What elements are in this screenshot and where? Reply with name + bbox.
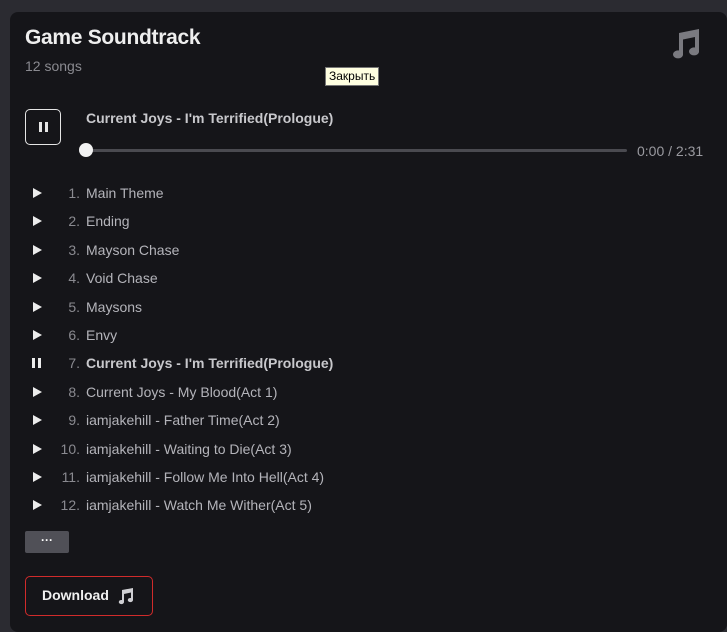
track-row[interactable]: 8. Current Joys - My Blood(Act 1) (25, 379, 705, 407)
track-number: 8. (68, 383, 80, 400)
track-number: 2. (68, 213, 80, 230)
pause-icon (39, 122, 42, 132)
track-number: 9. (68, 412, 80, 429)
play-icon[interactable] (33, 329, 42, 340)
track-title: Envy (86, 326, 118, 343)
play-icon[interactable] (33, 386, 42, 397)
track-number: 11. (61, 468, 80, 485)
track-title: iamjakehill - Father Time(Act 2) (86, 412, 280, 429)
track-title: iamjakehill - Waiting to Die(Act 3) (86, 440, 292, 457)
track-number: 5. (68, 298, 80, 315)
track-title: Current Joys - My Blood(Act 1) (86, 383, 278, 400)
track-title: Mayson Chase (86, 241, 180, 258)
track-title: Maysons (86, 298, 143, 315)
play-icon[interactable] (33, 415, 42, 426)
music-note-icon (673, 29, 700, 59)
track-number: 3. (68, 241, 80, 258)
track-title: iamjakehill - Watch Me Wither(Act 5) (86, 497, 312, 514)
play-icon[interactable] (33, 443, 42, 454)
pause-icon[interactable] (32, 358, 42, 369)
play-icon[interactable] (33, 301, 42, 312)
track-row[interactable]: 5. Maysons (25, 294, 705, 322)
play-icon[interactable] (33, 216, 42, 227)
play-icon[interactable] (33, 500, 42, 511)
track-row[interactable]: 12. iamjakehill - Watch Me Wither(Act 5) (25, 492, 705, 520)
track-title: Ending (86, 213, 130, 230)
track-number: 4. (68, 270, 80, 287)
progress-bar[interactable] (86, 149, 627, 152)
track-number: 12. (60, 497, 80, 514)
track-number: 10. (60, 440, 80, 457)
track-row[interactable]: 9. iamjakehill - Father Time(Act 2) (25, 407, 705, 435)
more-button[interactable]: ··· (25, 531, 69, 553)
track-title: Main Theme (86, 185, 164, 201)
track-number: 6. (68, 326, 80, 343)
track-row[interactable]: 1. Main Theme (25, 180, 705, 208)
close-tooltip: Закрыть (325, 67, 380, 86)
download-button[interactable]: Download (25, 576, 153, 616)
track-number: 7. (68, 355, 80, 372)
track-row[interactable]: 10. iamjakehill - Waiting to Die(Act 3) (25, 436, 705, 464)
time-display: 0:00 / 2:31 (637, 143, 704, 159)
song-count: 12 songs (25, 58, 82, 74)
play-icon[interactable] (33, 471, 42, 482)
track-row[interactable]: 2. Ending (25, 208, 705, 236)
track-row[interactable]: 4. Void Chase (25, 265, 705, 293)
track-title: iamjakehill - Follow Me Into Hell(Act 4) (86, 468, 325, 485)
progress-handle[interactable] (79, 143, 93, 157)
now-playing-title: Current Joys - I'm Terrified(Prologue) (86, 110, 334, 126)
play-icon[interactable] (33, 273, 42, 284)
track-row[interactable]: 11. iamjakehill - Follow Me Into Hell(Act… (25, 464, 705, 492)
track-list: 1. Main Theme 2. Ending 3. Mayson Chase 4. Void… (25, 180, 705, 521)
track-number: 1. (68, 185, 80, 201)
track-title: Current Joys - I'm Terrified(Prologue) (86, 355, 334, 372)
track-row[interactable]: 7. Current Joys - I'm Terrified(Prologue) (25, 350, 705, 378)
track-row[interactable]: 6. Envy (25, 322, 705, 350)
play-icon[interactable] (33, 244, 42, 255)
play-icon[interactable] (33, 188, 42, 198)
download-label: Download (42, 587, 109, 603)
soundtrack-card: Game Soundtrack 12 songs Закрыть Current… (10, 12, 727, 632)
page-title: Game Soundtrack (25, 26, 201, 49)
track-row[interactable]: 3. Mayson Chase (25, 237, 705, 265)
pause-button[interactable] (25, 109, 61, 145)
track-title: Void Chase (86, 270, 158, 287)
music-note-icon (118, 588, 134, 605)
